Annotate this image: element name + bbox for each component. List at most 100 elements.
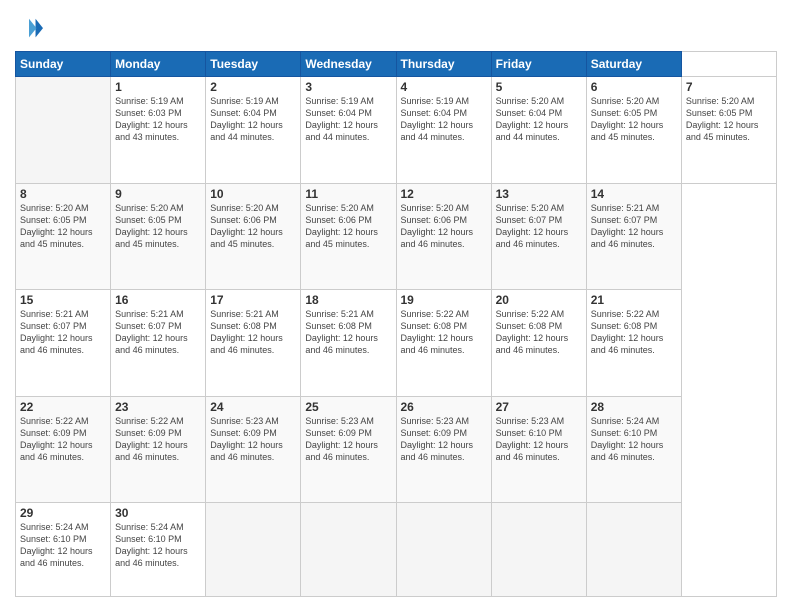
day-number: 25 — [305, 400, 391, 414]
day-info: Sunrise: 5:20 AMSunset: 6:05 PMDaylight:… — [591, 95, 677, 144]
calendar-cell: 18 Sunrise: 5:21 AMSunset: 6:08 PMDaylig… — [301, 290, 396, 397]
day-number: 19 — [401, 293, 487, 307]
calendar-cell: 28 Sunrise: 5:24 AMSunset: 6:10 PMDaylig… — [586, 396, 681, 503]
day-number: 11 — [305, 187, 391, 201]
day-number: 26 — [401, 400, 487, 414]
day-header: Monday — [111, 52, 206, 77]
calendar-cell: 14 Sunrise: 5:21 AMSunset: 6:07 PMDaylig… — [586, 183, 681, 290]
calendar-cell: 27 Sunrise: 5:23 AMSunset: 6:10 PMDaylig… — [491, 396, 586, 503]
day-info: Sunrise: 5:21 AMSunset: 6:08 PMDaylight:… — [210, 308, 296, 357]
day-info: Sunrise: 5:21 AMSunset: 6:07 PMDaylight:… — [20, 308, 106, 357]
day-number: 8 — [20, 187, 106, 201]
calendar-cell: 25 Sunrise: 5:23 AMSunset: 6:09 PMDaylig… — [301, 396, 396, 503]
calendar-cell: 2 Sunrise: 5:19 AMSunset: 6:04 PMDayligh… — [206, 77, 301, 184]
day-number: 15 — [20, 293, 106, 307]
day-info: Sunrise: 5:20 AMSunset: 6:06 PMDaylight:… — [210, 202, 296, 251]
day-number: 13 — [496, 187, 582, 201]
day-number: 9 — [115, 187, 201, 201]
calendar-cell: 21 Sunrise: 5:22 AMSunset: 6:08 PMDaylig… — [586, 290, 681, 397]
day-info: Sunrise: 5:21 AMSunset: 6:07 PMDaylight:… — [115, 308, 201, 357]
day-info: Sunrise: 5:20 AMSunset: 6:05 PMDaylight:… — [686, 95, 772, 144]
day-number: 17 — [210, 293, 296, 307]
day-info: Sunrise: 5:22 AMSunset: 6:09 PMDaylight:… — [115, 415, 201, 464]
day-info: Sunrise: 5:20 AMSunset: 6:07 PMDaylight:… — [496, 202, 582, 251]
day-number: 24 — [210, 400, 296, 414]
day-header: Friday — [491, 52, 586, 77]
day-number: 7 — [686, 80, 772, 94]
day-number: 30 — [115, 506, 201, 520]
day-info: Sunrise: 5:23 AMSunset: 6:09 PMDaylight:… — [210, 415, 296, 464]
calendar-cell — [301, 503, 396, 597]
day-info: Sunrise: 5:21 AMSunset: 6:08 PMDaylight:… — [305, 308, 391, 357]
calendar-cell: 6 Sunrise: 5:20 AMSunset: 6:05 PMDayligh… — [586, 77, 681, 184]
day-info: Sunrise: 5:23 AMSunset: 6:09 PMDaylight:… — [305, 415, 391, 464]
calendar-cell: 5 Sunrise: 5:20 AMSunset: 6:04 PMDayligh… — [491, 77, 586, 184]
logo — [15, 15, 47, 43]
calendar-cell: 23 Sunrise: 5:22 AMSunset: 6:09 PMDaylig… — [111, 396, 206, 503]
calendar-cell: 3 Sunrise: 5:19 AMSunset: 6:04 PMDayligh… — [301, 77, 396, 184]
calendar-cell — [396, 503, 491, 597]
day-header: Sunday — [16, 52, 111, 77]
day-header: Saturday — [586, 52, 681, 77]
day-info: Sunrise: 5:20 AMSunset: 6:04 PMDaylight:… — [496, 95, 582, 144]
day-number: 23 — [115, 400, 201, 414]
day-header: Wednesday — [301, 52, 396, 77]
day-number: 1 — [115, 80, 201, 94]
calendar-cell: 13 Sunrise: 5:20 AMSunset: 6:07 PMDaylig… — [491, 183, 586, 290]
calendar-cell: 29 Sunrise: 5:24 AMSunset: 6:10 PMDaylig… — [16, 503, 111, 597]
calendar-cell: 30 Sunrise: 5:24 AMSunset: 6:10 PMDaylig… — [111, 503, 206, 597]
day-header: Thursday — [396, 52, 491, 77]
header — [15, 15, 777, 43]
day-info: Sunrise: 5:24 AMSunset: 6:10 PMDaylight:… — [20, 521, 106, 570]
day-info: Sunrise: 5:24 AMSunset: 6:10 PMDaylight:… — [115, 521, 201, 570]
day-number: 28 — [591, 400, 677, 414]
day-number: 4 — [401, 80, 487, 94]
day-number: 27 — [496, 400, 582, 414]
day-info: Sunrise: 5:19 AMSunset: 6:04 PMDaylight:… — [210, 95, 296, 144]
calendar-cell: 15 Sunrise: 5:21 AMSunset: 6:07 PMDaylig… — [16, 290, 111, 397]
day-number: 12 — [401, 187, 487, 201]
calendar-cell: 7 Sunrise: 5:20 AMSunset: 6:05 PMDayligh… — [681, 77, 776, 184]
calendar-cell: 16 Sunrise: 5:21 AMSunset: 6:07 PMDaylig… — [111, 290, 206, 397]
calendar-cell: 24 Sunrise: 5:23 AMSunset: 6:09 PMDaylig… — [206, 396, 301, 503]
day-info: Sunrise: 5:21 AMSunset: 6:07 PMDaylight:… — [591, 202, 677, 251]
day-info: Sunrise: 5:19 AMSunset: 6:03 PMDaylight:… — [115, 95, 201, 144]
calendar-cell — [206, 503, 301, 597]
day-info: Sunrise: 5:20 AMSunset: 6:05 PMDaylight:… — [115, 202, 201, 251]
day-number: 16 — [115, 293, 201, 307]
day-number: 5 — [496, 80, 582, 94]
calendar-cell — [586, 503, 681, 597]
day-info: Sunrise: 5:23 AMSunset: 6:10 PMDaylight:… — [496, 415, 582, 464]
calendar-cell: 22 Sunrise: 5:22 AMSunset: 6:09 PMDaylig… — [16, 396, 111, 503]
calendar-cell: 20 Sunrise: 5:22 AMSunset: 6:08 PMDaylig… — [491, 290, 586, 397]
calendar-cell: 8 Sunrise: 5:20 AMSunset: 6:05 PMDayligh… — [16, 183, 111, 290]
day-number: 3 — [305, 80, 391, 94]
day-info: Sunrise: 5:19 AMSunset: 6:04 PMDaylight:… — [305, 95, 391, 144]
day-header: Tuesday — [206, 52, 301, 77]
calendar-cell: 9 Sunrise: 5:20 AMSunset: 6:05 PMDayligh… — [111, 183, 206, 290]
day-number: 20 — [496, 293, 582, 307]
day-number: 6 — [591, 80, 677, 94]
calendar-cell: 4 Sunrise: 5:19 AMSunset: 6:04 PMDayligh… — [396, 77, 491, 184]
logo-icon — [15, 15, 43, 43]
calendar-cell: 17 Sunrise: 5:21 AMSunset: 6:08 PMDaylig… — [206, 290, 301, 397]
day-number: 29 — [20, 506, 106, 520]
day-info: Sunrise: 5:22 AMSunset: 6:08 PMDaylight:… — [401, 308, 487, 357]
day-info: Sunrise: 5:22 AMSunset: 6:08 PMDaylight:… — [591, 308, 677, 357]
day-number: 10 — [210, 187, 296, 201]
day-number: 2 — [210, 80, 296, 94]
calendar-cell: 1 Sunrise: 5:19 AMSunset: 6:03 PMDayligh… — [111, 77, 206, 184]
calendar-cell — [16, 77, 111, 184]
calendar-cell — [491, 503, 586, 597]
calendar-cell: 12 Sunrise: 5:20 AMSunset: 6:06 PMDaylig… — [396, 183, 491, 290]
calendar-cell: 26 Sunrise: 5:23 AMSunset: 6:09 PMDaylig… — [396, 396, 491, 503]
day-info: Sunrise: 5:20 AMSunset: 6:06 PMDaylight:… — [401, 202, 487, 251]
day-info: Sunrise: 5:20 AMSunset: 6:06 PMDaylight:… — [305, 202, 391, 251]
day-number: 22 — [20, 400, 106, 414]
day-info: Sunrise: 5:22 AMSunset: 6:08 PMDaylight:… — [496, 308, 582, 357]
calendar: SundayMondayTuesdayWednesdayThursdayFrid… — [15, 51, 777, 597]
day-number: 18 — [305, 293, 391, 307]
day-info: Sunrise: 5:24 AMSunset: 6:10 PMDaylight:… — [591, 415, 677, 464]
calendar-cell: 11 Sunrise: 5:20 AMSunset: 6:06 PMDaylig… — [301, 183, 396, 290]
day-info: Sunrise: 5:22 AMSunset: 6:09 PMDaylight:… — [20, 415, 106, 464]
